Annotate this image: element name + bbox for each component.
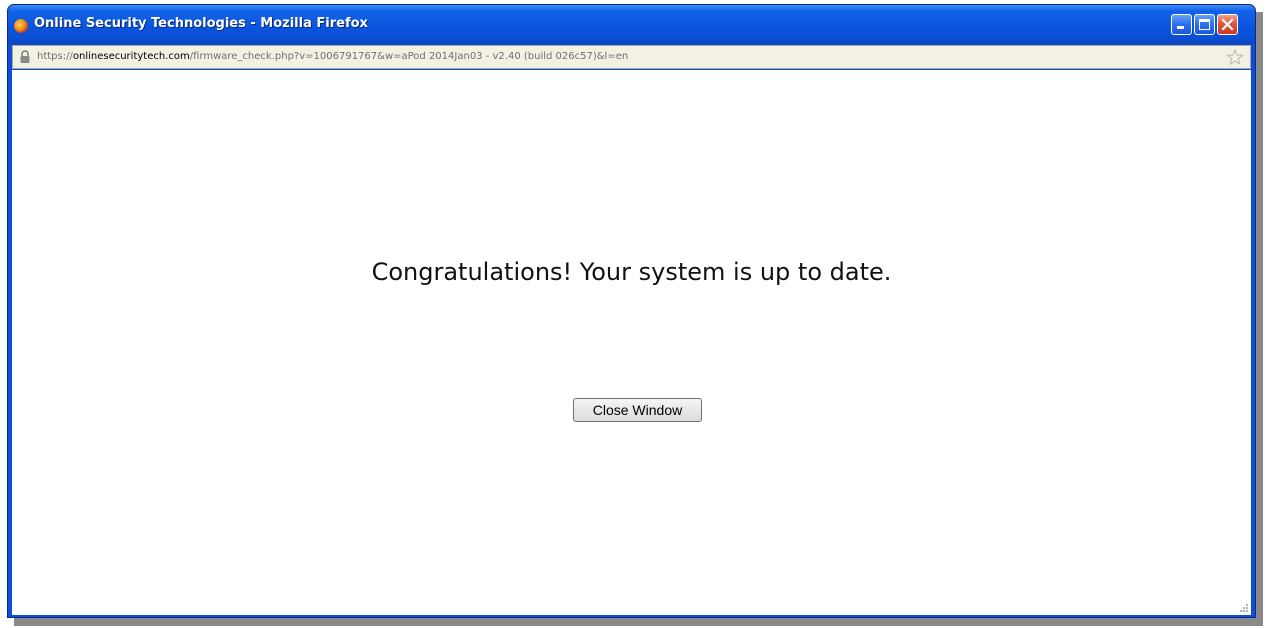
resize-grip-icon[interactable]: [1237, 601, 1249, 613]
firefox-icon: [14, 19, 28, 33]
close-icon: [1221, 18, 1234, 31]
star-icon[interactable]: [1226, 48, 1244, 66]
url-path: /firmware_check.php?v=1006791767&w=aPod …: [189, 51, 629, 62]
title-bar[interactable]: Online Security Technologies - Mozilla F…: [8, 5, 1255, 44]
minimize-button[interactable]: [1171, 14, 1192, 35]
minimize-icon: [1177, 26, 1184, 29]
browser-window: Online Security Technologies - Mozilla F…: [7, 4, 1256, 618]
url-scheme: https://: [37, 51, 73, 62]
page-content: Congratulations! Your system is up to da…: [12, 70, 1251, 615]
close-window-page-button[interactable]: Close Window: [573, 398, 702, 422]
url-domain: onlinesecuritytech.com: [72, 51, 190, 62]
address-url[interactable]: https://onlinesecuritytech.com/firmware_…: [37, 51, 628, 62]
address-bar[interactable]: https://onlinesecuritytech.com/firmware_…: [12, 45, 1251, 69]
close-window-button[interactable]: [1217, 14, 1238, 35]
lock-icon: [20, 50, 30, 63]
window-title: Online Security Technologies - Mozilla F…: [34, 16, 368, 31]
status-message: Congratulations! Your system is up to da…: [371, 258, 892, 286]
maximize-icon: [1199, 19, 1210, 30]
maximize-button[interactable]: [1194, 14, 1215, 35]
